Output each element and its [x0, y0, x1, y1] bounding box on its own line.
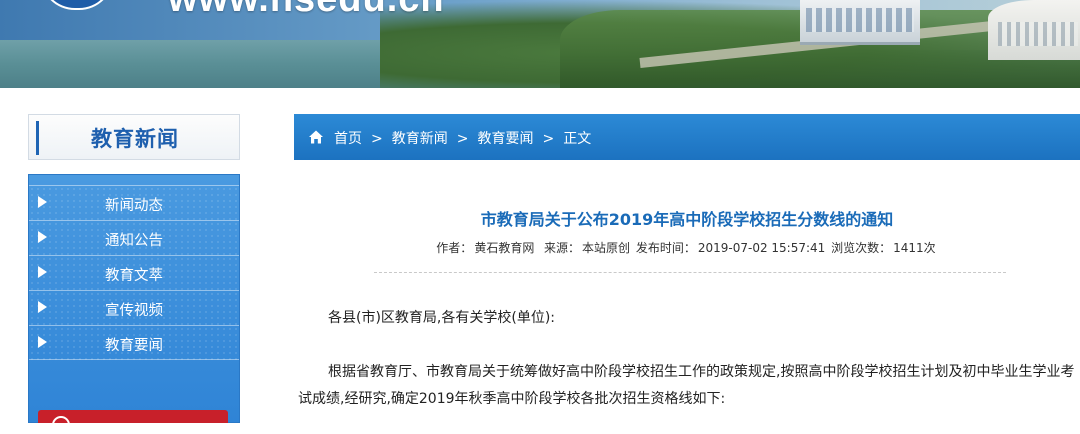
breadcrumb-link-key-news[interactable]: 教育要闻	[477, 131, 533, 147]
sidebar-promo-banner[interactable]	[38, 410, 228, 434]
article-meta: 作者： 黄石教育网 来源： 本站原创 发布时间： 2019-07-02 15:57:4…	[294, 239, 1080, 256]
article-paragraph: 根据省教育厅、市教育局关于统筹做好高中阶段学校招生工作的政策规定,按照高中阶段学…	[298, 364, 1075, 407]
play-arrow-icon	[38, 196, 47, 208]
sidebar-header: 教育新闻	[28, 114, 240, 160]
play-arrow-icon	[38, 231, 47, 243]
breadcrumb: 首页 > 教育新闻 > 教育要闻 > 正文	[294, 114, 1080, 160]
play-arrow-icon	[38, 301, 47, 313]
sidebar-title: 教育新闻	[91, 127, 179, 151]
sidebar-item-news-updates[interactable]: 新闻动态	[29, 185, 239, 220]
sidebar-item-label: 宣传视频	[105, 303, 163, 319]
meta-views-label: 浏览次数：	[831, 241, 892, 255]
sidebar: 教育新闻 新闻动态 通知公告 教育文萃 宣传视频 教育要闻	[28, 114, 240, 434]
breadcrumb-separator: >	[371, 131, 383, 147]
site-banner: www.hsedu.cn	[0, 0, 1080, 88]
banner-building	[800, 0, 920, 45]
breadcrumb-items: 首页 > 教育新闻 > 教育要闻 > 正文	[334, 128, 591, 148]
sidebar-item-articles[interactable]: 教育文萃	[29, 255, 239, 290]
dashed-divider	[374, 272, 1006, 273]
main-content: 首页 > 教育新闻 > 教育要闻 > 正文 市教育局关于公布2019年高中阶段学校招生分数线…	[294, 114, 1080, 423]
sidebar-menu: 新闻动态 通知公告 教育文萃 宣传视频 教育要闻	[29, 185, 239, 360]
sidebar-item-label: 新闻动态	[105, 198, 163, 214]
sidebar-item-videos[interactable]: 宣传视频	[29, 290, 239, 325]
banner-building	[988, 0, 1080, 60]
sidebar-item-notices[interactable]: 通知公告	[29, 220, 239, 255]
meta-views: 1411次	[893, 241, 936, 255]
meta-time-label: 发布时间：	[635, 241, 696, 255]
play-arrow-icon	[38, 266, 47, 278]
sidebar-item-label: 教育文萃	[105, 268, 163, 284]
article-paragraph: 各县(市)区教育局,各有关学校(单位):	[328, 310, 556, 326]
sidebar-item-label: 通知公告	[105, 233, 163, 249]
article-title: 市教育局关于公布2019年高中阶段学校招生分数线的通知	[480, 210, 894, 229]
breadcrumb-link-education-news[interactable]: 教育新闻	[392, 131, 448, 147]
meta-author-label: 作者：	[436, 241, 473, 255]
circle-icon	[52, 416, 70, 434]
meta-author: 黄石教育网	[474, 241, 535, 255]
breadcrumb-separator: >	[542, 131, 555, 147]
meta-source-label: 来源：	[543, 241, 580, 255]
breadcrumb-link-home[interactable]: 首页	[334, 131, 362, 147]
sidebar-menu-panel: 新闻动态 通知公告 教育文萃 宣传视频 教育要闻	[28, 174, 240, 423]
breadcrumb-separator: >	[456, 131, 469, 147]
site-url-logo-text[interactable]: www.hsedu.cn	[168, 0, 445, 21]
breadcrumb-current: 正文	[563, 131, 592, 147]
meta-source: 本站原创	[581, 241, 630, 255]
meta-time: 2019-07-02 15:57:41	[697, 241, 826, 255]
sidebar-item-key-news[interactable]: 教育要闻	[29, 325, 239, 360]
sidebar-item-label: 教育要闻	[105, 338, 163, 354]
play-arrow-icon	[38, 336, 47, 348]
home-icon[interactable]	[308, 129, 324, 145]
